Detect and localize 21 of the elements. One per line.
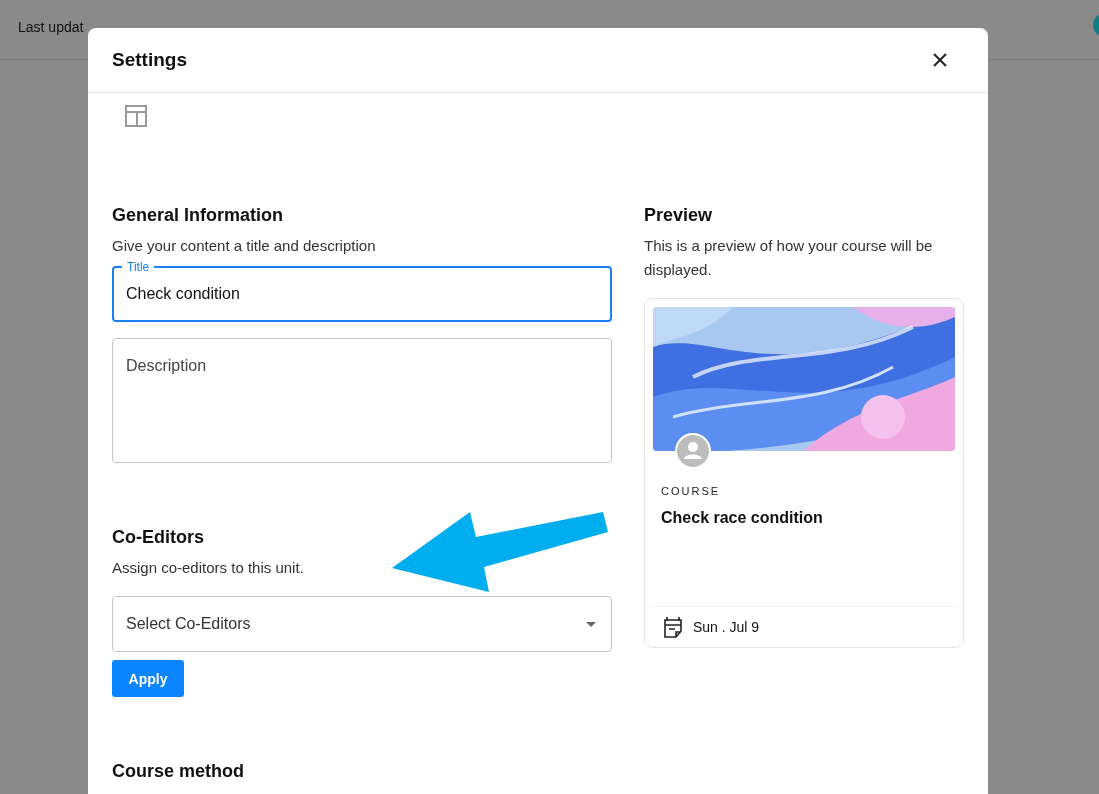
co-editors-select[interactable]: Select Co-Editors — [112, 596, 612, 652]
last-updated-text: Last updat — [18, 18, 84, 35]
section-subtitle: Assign co-editors to this unit. — [112, 558, 305, 578]
apply-button[interactable]: Apply — [112, 660, 184, 697]
course-title: Check race condition — [661, 509, 824, 527]
section-subtitle: This is a preview of how your course will be displayed. — [644, 236, 934, 280]
close-icon[interactable] — [933, 53, 947, 67]
course-card[interactable]: COURSE Check race condition Sun . Jul 9 — [644, 298, 964, 648]
section-heading: Preview — [644, 205, 714, 226]
dialog-title: Settings — [112, 49, 187, 71]
description-field[interactable]: Description — [112, 338, 612, 463]
section-subtitle: Give your content a title and description — [112, 236, 377, 256]
calendar-icon — [663, 616, 683, 638]
section-heading: General Information — [112, 205, 285, 226]
layout-icon[interactable] — [125, 105, 147, 127]
course-type-label: COURSE — [661, 485, 722, 497]
caret-icon — [586, 621, 596, 627]
avatar-icon — [675, 433, 711, 469]
section-heading: Course method — [112, 761, 245, 782]
course-date: Sun . Jul 9 — [693, 619, 760, 635]
section-heading: Co-Editors — [112, 527, 205, 548]
